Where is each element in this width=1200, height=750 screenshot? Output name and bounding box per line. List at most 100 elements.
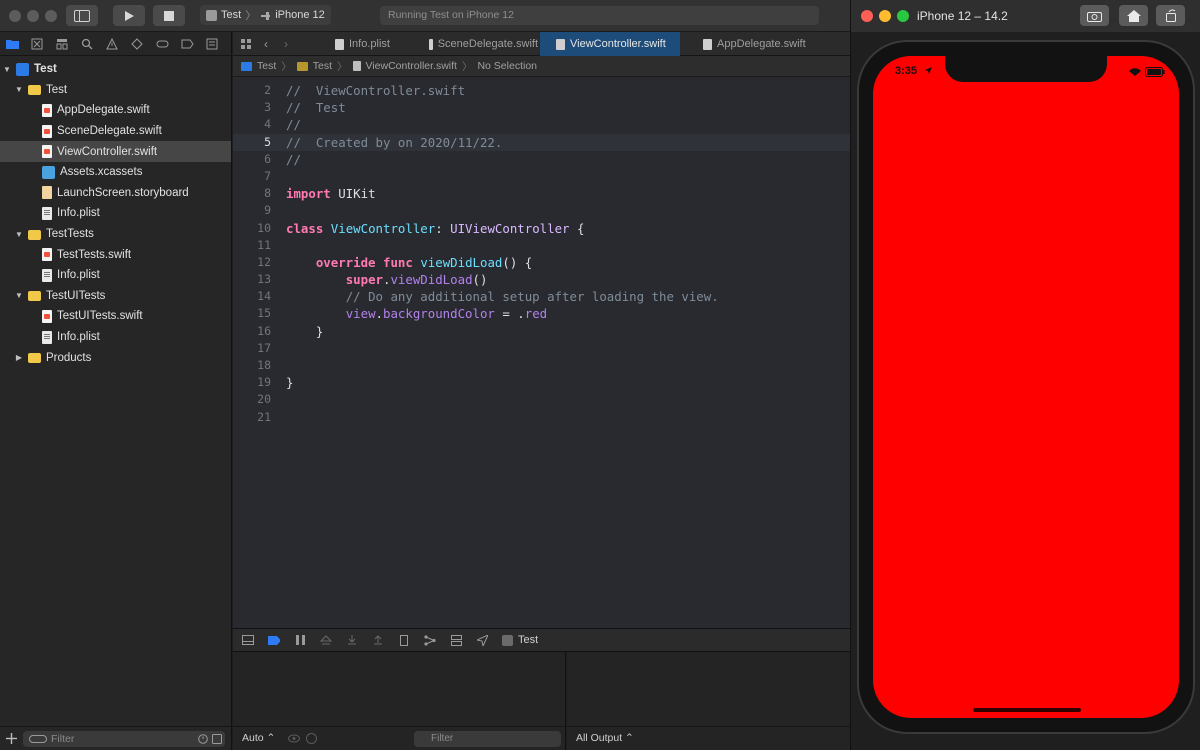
auto-scope-selector[interactable]: Auto ⌃: [242, 732, 275, 744]
code-text: class ViewController: UIViewController {: [286, 220, 585, 236]
minimize-window-button[interactable]: [27, 10, 39, 22]
line-number: 18: [257, 358, 271, 372]
hide-debug-area-icon[interactable]: [242, 635, 254, 646]
step-in-icon[interactable]: [346, 635, 358, 646]
swift-file-icon: [42, 248, 52, 262]
tree-item-file[interactable]: SceneDelegate.swift: [0, 121, 231, 142]
tree-item-file-selected[interactable]: ViewController.swift: [0, 141, 231, 162]
output-selector[interactable]: All Output ⌃: [576, 732, 634, 744]
code-line: 19}: [233, 374, 856, 391]
simulator-window: 3:35: [850, 32, 1200, 750]
tree-item-file[interactable]: Assets.xcassets: [0, 162, 231, 183]
filter-options-icon[interactable]: [29, 735, 47, 743]
app-process-icon: [502, 634, 513, 646]
folder-icon: [296, 61, 308, 71]
environment-overrides-icon[interactable]: [450, 634, 462, 646]
tree-item-file[interactable]: LaunchScreen.storyboard: [0, 183, 231, 204]
folder-icon[interactable]: [5, 37, 19, 51]
line-number: 19: [257, 375, 271, 390]
tree-item-file[interactable]: AppDelegate.swift: [0, 100, 231, 121]
tree-item-project[interactable]: ▼ Test: [0, 59, 231, 80]
debug-icon[interactable]: [155, 37, 169, 51]
code-line: 4 //: [233, 116, 856, 133]
tree-item-group-test[interactable]: ▼ Test: [0, 80, 231, 101]
home-button[interactable]: [1119, 5, 1148, 26]
step-out-icon[interactable]: [372, 635, 384, 646]
code-area[interactable]: 2 // ViewController.swift 3 // Test 4 // 5 /…: [233, 82, 856, 426]
navigator-toggle-button[interactable]: [66, 5, 98, 26]
home-indicator[interactable]: [973, 708, 1081, 712]
add-icon[interactable]: [6, 733, 17, 744]
pause-icon[interactable]: [294, 635, 306, 646]
line-number: 5: [264, 134, 271, 149]
disclosure-open-icon[interactable]: ▼: [14, 291, 24, 300]
editor-tab-scenedelegate[interactable]: SceneDelegate.swift: [413, 32, 538, 56]
report-icon[interactable]: [205, 37, 219, 51]
debug-view-hierarchy-icon[interactable]: [398, 634, 410, 646]
debug-bar: Test: [233, 628, 856, 652]
editor-tab-viewcontroller[interactable]: ViewController.swift: [540, 32, 680, 56]
chevron-right-icon: 〉: [337, 60, 348, 73]
editor-grid-icon[interactable]: [241, 39, 252, 49]
disclosure-open-icon[interactable]: ▼: [14, 230, 24, 239]
navigator-filter-input[interactable]: Filter: [23, 731, 225, 747]
breakpoints-active-icon[interactable]: [268, 635, 280, 646]
disclosure-open-icon[interactable]: ▼: [2, 65, 12, 74]
code-text: // ViewController.swift: [286, 83, 466, 98]
line-number: 6: [264, 151, 271, 166]
code-text: super.viewDidLoad(): [345, 272, 488, 288]
output-label: All Output: [576, 732, 623, 744]
hierarchy-icon[interactable]: [55, 37, 69, 51]
simulator-minimize-button[interactable]: [879, 10, 891, 22]
tree-item-file[interactable]: TestTests.swift: [0, 244, 231, 265]
editor-tab-info-plist[interactable]: Info.plist: [319, 32, 407, 56]
run-button[interactable]: [113, 5, 145, 26]
simulator-zoom-button[interactable]: [897, 10, 909, 22]
breadcrumb-project[interactable]: Test: [257, 60, 276, 72]
warning-icon[interactable]: [105, 37, 119, 51]
breadcrumb-group[interactable]: Test: [313, 60, 332, 72]
scheme-selector[interactable]: Test 〉 iPhone 12: [200, 5, 331, 25]
eye-icon[interactable]: [288, 734, 300, 743]
info-icon[interactable]: [306, 733, 317, 744]
source-control-icon[interactable]: [30, 37, 44, 51]
zoom-window-button[interactable]: [45, 10, 57, 22]
tree-item-file[interactable]: TestUITests.swift: [0, 306, 231, 327]
close-window-button[interactable]: [9, 10, 21, 22]
tree-item-group-testtests[interactable]: ▼ TestTests: [0, 224, 231, 245]
recent-files-clock-icon[interactable]: [198, 734, 208, 744]
breakpoint-icon[interactable]: [180, 37, 194, 51]
simulate-location-icon[interactable]: [476, 634, 488, 646]
tree-item-label: Info.plist: [57, 331, 100, 344]
code-text: }: [315, 323, 324, 339]
tree-item-file[interactable]: Info.plist: [0, 203, 231, 224]
code-line: 20: [233, 391, 856, 408]
hammer-icon: [261, 11, 271, 20]
tree-item-file[interactable]: Info.plist: [0, 327, 231, 348]
disclosure-closed-icon[interactable]: ▶: [14, 353, 24, 362]
tree-item-file[interactable]: Info.plist: [0, 265, 231, 286]
process-selector[interactable]: Test: [502, 634, 538, 646]
app-screen-red-view[interactable]: 3:35: [873, 56, 1179, 718]
search-icon[interactable]: [80, 37, 94, 51]
forward-arrow-icon[interactable]: ›: [284, 37, 288, 51]
step-over-icon[interactable]: [320, 635, 332, 646]
memory-graph-icon[interactable]: [424, 634, 436, 646]
breadcrumb-file[interactable]: ViewController.swift: [366, 60, 457, 72]
editor-tab-appdelegate[interactable]: AppDelegate.swift: [687, 32, 817, 56]
back-arrow-icon[interactable]: ‹: [264, 37, 268, 51]
run-destination[interactable]: iPhone 12: [275, 9, 325, 21]
breadcrumb-selection[interactable]: No Selection: [477, 60, 537, 72]
simulator-close-button[interactable]: [861, 10, 873, 22]
test-diamond-icon[interactable]: [130, 37, 144, 51]
rotate-button[interactable]: [1156, 5, 1185, 26]
tree-item-group-products[interactable]: ▶ Products: [0, 347, 231, 368]
source-control-filter-icon[interactable]: [212, 734, 222, 744]
variables-filter-input[interactable]: Filter: [414, 731, 561, 747]
code-text: // Created by on 2020/11/22.: [286, 134, 503, 150]
screenshot-button[interactable]: [1080, 5, 1109, 26]
console-view: All Output ⌃: [567, 652, 856, 750]
disclosure-open-icon[interactable]: ▼: [14, 85, 24, 94]
tree-item-group-testuitests[interactable]: ▼ TestUITests: [0, 286, 231, 307]
stop-button[interactable]: [153, 5, 185, 26]
